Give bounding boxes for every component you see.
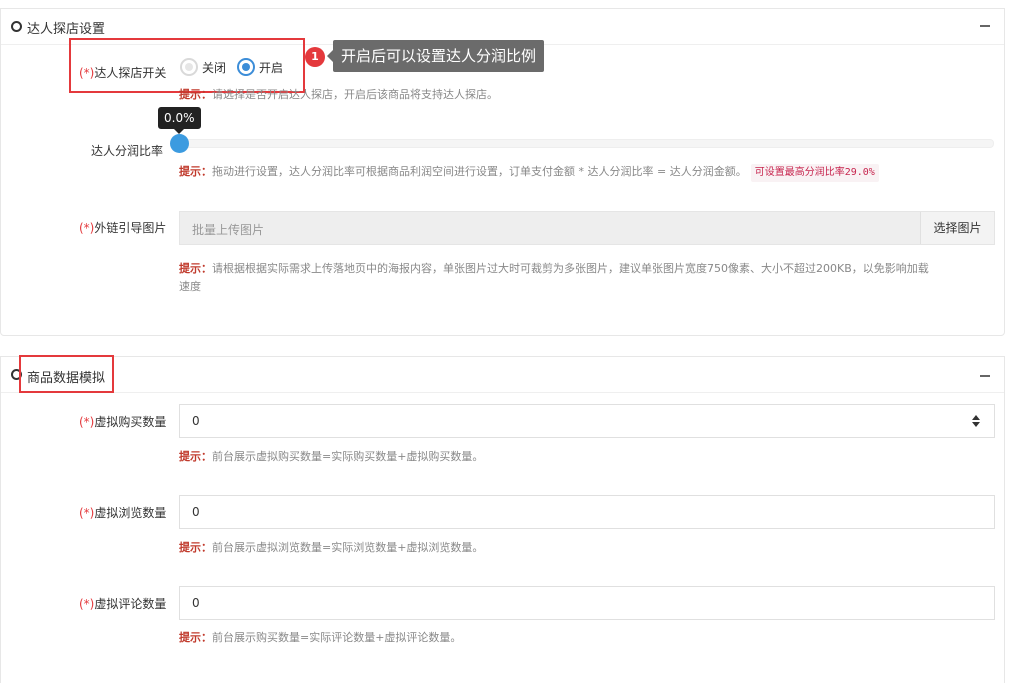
radio-on-indicator[interactable] <box>237 58 255 76</box>
required-mark: (*) <box>79 66 95 80</box>
virtual-view-hint: 提示：前台展示虚拟浏览数量=实际浏览数量+虚拟浏览数量。 <box>179 539 483 557</box>
switch-label: (*)达人探店开关 <box>79 64 166 81</box>
field-label-text: 虚拟购买数量 <box>94 415 167 429</box>
section-header: 商品数据模拟 <box>1 357 1004 393</box>
ratio-hint: 提示：拖动进行设置，达人分润比率可根据商品利润空间进行设置，订单支付金额 * 达… <box>179 163 879 182</box>
required-mark: (*) <box>79 506 95 520</box>
hint-text: 前台展示虚拟购买数量=实际购买数量+虚拟购买数量。 <box>212 450 484 463</box>
hint-prefix: 提示： <box>179 165 212 178</box>
virtual-comment-input[interactable]: 0 <box>179 586 995 620</box>
hint-text: 前台展示购买数量=实际评论数量+虚拟评论数量。 <box>212 631 462 644</box>
image-label: (*)外链引导图片 <box>79 219 166 236</box>
hint-prefix: 提示： <box>179 88 212 101</box>
required-mark: (*) <box>79 597 95 611</box>
max-ratio-tag: 可设置最高分润比率29.0% <box>750 164 879 182</box>
radio-off-label[interactable]: 关闭 <box>202 59 226 76</box>
image-label-text: 外链引导图片 <box>94 221 167 235</box>
collapse-icon[interactable] <box>980 375 990 377</box>
virtual-purchase-label: (*)虚拟购买数量 <box>79 413 166 430</box>
virtual-purchase-hint: 提示：前台展示虚拟购买数量=实际购买数量+虚拟购买数量。 <box>179 448 483 466</box>
radio-on-label[interactable]: 开启 <box>259 59 283 76</box>
required-mark: (*) <box>79 221 95 235</box>
annotation-number-badge: 1 <box>305 47 325 67</box>
input-value[interactable]: 0 <box>192 414 200 428</box>
field-label-text: 虚拟浏览数量 <box>94 506 167 520</box>
radio-on[interactable]: 开启 <box>237 58 283 76</box>
highlight-box-section2-title <box>19 355 114 393</box>
hint-text: 请选择是否开启达人探店，开启后该商品将支持达人探店。 <box>212 88 498 101</box>
switch-label-text: 达人探店开关 <box>94 66 167 80</box>
radio-off-indicator[interactable] <box>180 58 198 76</box>
field-label-text: 虚拟评论数量 <box>94 597 167 611</box>
image-hint: 提示：请根据根据实际需求上传落地页中的海报内容，单张图片过大时可裁剪为多张图片，… <box>179 260 995 296</box>
virtual-comment-hint: 提示：前台展示购买数量=实际评论数量+虚拟评论数量。 <box>179 629 461 647</box>
virtual-comment-label: (*)虚拟评论数量 <box>79 595 166 612</box>
image-upload-field[interactable]: 批量上传图片 选择图片 <box>179 211 995 245</box>
switch-hint: 提示：请选择是否开启达人探店，开启后该商品将支持达人探店。 <box>179 86 498 104</box>
input-value[interactable]: 0 <box>192 505 200 519</box>
required-mark: (*) <box>79 415 95 429</box>
hint-prefix: 提示： <box>179 541 212 554</box>
hint-text: 拖动进行设置，达人分润比率可根据商品利润空间进行设置，订单支付金额 * 达人分润… <box>212 165 747 178</box>
ratio-label: 达人分润比率 <box>91 144 164 158</box>
hint-prefix: 提示： <box>179 631 212 644</box>
virtual-view-input[interactable]: 0 <box>179 495 995 529</box>
virtual-view-label: (*)虚拟浏览数量 <box>79 504 166 521</box>
ratio-slider-track[interactable] <box>179 139 994 148</box>
choose-image-button[interactable]: 选择图片 <box>920 212 994 244</box>
upload-placeholder: 批量上传图片 <box>192 223 265 237</box>
virtual-purchase-input[interactable]: 0 <box>179 404 995 438</box>
hint-text: 请根据根据实际需求上传落地页中的海报内容，单张图片过大时可裁剪为多张图片，建议单… <box>212 262 929 275</box>
number-spinner-icon[interactable] <box>972 415 980 429</box>
circle-icon <box>11 21 22 32</box>
hint-text-line2: 速度 <box>179 280 201 293</box>
input-value[interactable]: 0 <box>192 596 200 610</box>
radio-off[interactable]: 关闭 <box>180 58 226 76</box>
ratio-value-tooltip: 0.0% <box>158 107 201 134</box>
section-title: 达人探店设置 <box>27 22 106 37</box>
annotation-tooltip: 开启后可以设置达人分润比例 <box>326 40 545 72</box>
hint-prefix: 提示： <box>179 262 212 275</box>
ratio-slider-handle[interactable] <box>170 134 189 153</box>
hint-text: 前台展示虚拟浏览数量=实际浏览数量+虚拟浏览数量。 <box>212 541 484 554</box>
hint-prefix: 提示： <box>179 450 212 463</box>
collapse-icon[interactable] <box>980 25 990 27</box>
